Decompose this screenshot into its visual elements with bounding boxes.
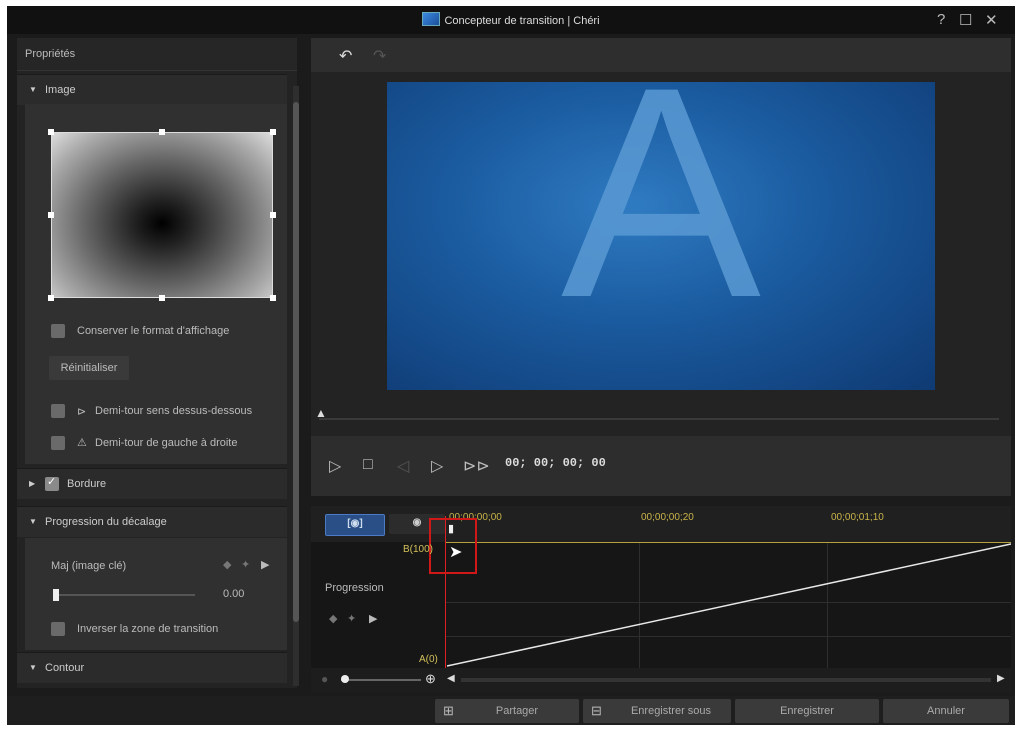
keep-format-checkbox[interactable] bbox=[51, 324, 65, 338]
playback-controls: ▷ □ ◁ ▷ ⊳⊳ 00; 00; 00; 00 bbox=[311, 436, 1011, 496]
share-button[interactable]: ⊞ Partager bbox=[435, 699, 579, 723]
resize-handle[interactable] bbox=[270, 212, 276, 218]
save-button[interactable]: Enregistrer bbox=[735, 699, 879, 723]
invert-zone-checkbox[interactable] bbox=[51, 622, 65, 636]
window-title-text: Concepteur de transition | Chéri bbox=[444, 15, 600, 27]
timecode: 00; 00; 00; 00 bbox=[505, 456, 606, 470]
keyframe-prev-icon[interactable]: ◆ bbox=[223, 558, 231, 571]
footer-bar: ⊞ Partager ⊟ Enregistrer sous Enregistre… bbox=[7, 696, 1015, 725]
contour-section-header[interactable]: ▼ Contour bbox=[17, 652, 287, 683]
keep-format-label: Conserver le format d'affichage bbox=[77, 325, 230, 337]
offset-slider-thumb[interactable] bbox=[53, 589, 59, 601]
offset-section-body: Maj (image clé) ◆ ✦ ▶ 0.00 Inverser la z… bbox=[25, 538, 287, 650]
border-checkbox[interactable]: ✓ bbox=[45, 476, 59, 491]
properties-panel: Propriétés ▼ Image Conserver le format d… bbox=[17, 38, 299, 688]
resize-handle[interactable] bbox=[48, 212, 54, 218]
resize-handle[interactable] bbox=[48, 129, 54, 135]
save-as-label: Enregistrer sous bbox=[630, 705, 712, 717]
resize-handle[interactable] bbox=[48, 295, 54, 301]
border-section-header[interactable]: ▶ ✓ Bordure bbox=[17, 468, 287, 499]
expand-right-icon: ▶ bbox=[29, 479, 36, 488]
properties-scrollbar[interactable] bbox=[293, 86, 299, 686]
progression-curve bbox=[446, 543, 1011, 667]
timeline-hscroll[interactable] bbox=[461, 678, 991, 682]
zoom-slider-thumb[interactable] bbox=[341, 675, 349, 683]
close-button[interactable]: ✕ bbox=[985, 11, 998, 29]
cancel-button[interactable]: Annuler bbox=[883, 699, 1009, 723]
contour-section-label: Contour bbox=[45, 662, 85, 674]
offset-value: 0.00 bbox=[223, 588, 245, 600]
scroll-right-icon[interactable]: ▶ bbox=[997, 673, 1005, 684]
window-title: Concepteur de transition | Chéri bbox=[7, 12, 1015, 27]
next-frame-icon[interactable]: ▷ bbox=[431, 456, 443, 476]
transition-designer-window: Concepteur de transition | Chéri ? ☐ ✕ P… bbox=[7, 6, 1015, 725]
flip-vertical-icon: ⊳ bbox=[77, 406, 87, 418]
zoom-slider[interactable] bbox=[341, 675, 421, 683]
resize-handle[interactable] bbox=[159, 295, 165, 301]
expand-down-icon: ▼ bbox=[29, 663, 37, 672]
keyframe-label: Maj (image clé) bbox=[51, 560, 127, 572]
resize-handle[interactable] bbox=[270, 295, 276, 301]
reset-label: Réinitialiser bbox=[60, 362, 118, 374]
border-section-label: Bordure bbox=[67, 478, 107, 490]
timeline-footer: ● ⊕ ◀ ▶ bbox=[311, 668, 1011, 692]
preview-letter: A bbox=[560, 82, 762, 360]
zoom-out-icon[interactable]: ● bbox=[321, 672, 328, 686]
offset-slider[interactable] bbox=[53, 589, 195, 601]
preview-toolbar: ↶ ↷ bbox=[311, 38, 1011, 72]
share-icon: ⊞ bbox=[443, 703, 454, 718]
zoom-in-icon[interactable]: ⊕ bbox=[425, 671, 436, 687]
expand-down-icon: ▼ bbox=[29, 517, 37, 526]
stop-icon[interactable]: □ bbox=[363, 456, 373, 474]
preview-scrubber[interactable]: ▲ bbox=[315, 406, 999, 420]
track-next-icon[interactable]: ▶ bbox=[369, 612, 377, 625]
keyframe-timeline: [◉] ◉ 00;00;00;00 00;00;00;20 00;00;01;1… bbox=[311, 506, 1011, 692]
scroll-left-icon[interactable]: ◀ bbox=[447, 673, 455, 684]
maximize-button[interactable]: ☐ bbox=[959, 11, 972, 29]
undo-icon[interactable]: ↶ bbox=[339, 46, 352, 66]
invert-zone-label: Inverser la zone de transition bbox=[77, 623, 219, 635]
fast-forward-icon[interactable]: ⊳⊳ bbox=[463, 456, 490, 476]
share-label: Partager bbox=[495, 705, 539, 717]
scrubber-thumb[interactable]: ▲ bbox=[315, 406, 327, 420]
preview-area: A ▲ bbox=[311, 72, 1011, 436]
track-prev-icon[interactable]: ◆ bbox=[329, 612, 337, 625]
play-icon[interactable]: ▷ bbox=[329, 456, 341, 476]
image-section-header[interactable]: ▼ Image bbox=[17, 74, 287, 105]
save-as-icon: ⊟ bbox=[591, 703, 602, 718]
keyframe-next-icon[interactable]: ▶ bbox=[261, 558, 269, 571]
offset-section-header[interactable]: ▼ Progression du décalage bbox=[17, 506, 287, 537]
checkmark-icon: ✓ bbox=[47, 476, 57, 488]
cancel-label: Annuler bbox=[927, 705, 965, 717]
image-section-label: Image bbox=[45, 84, 76, 96]
track-add-icon[interactable]: ✦ bbox=[347, 612, 356, 625]
flip-horizontal-label: Demi-tour de gauche à droite bbox=[95, 437, 238, 449]
flip-horizontal-checkbox[interactable] bbox=[51, 436, 65, 450]
properties-title: Propriétés bbox=[25, 48, 76, 60]
scrollbar-thumb[interactable] bbox=[293, 102, 299, 622]
expand-down-icon: ▼ bbox=[29, 85, 37, 94]
redo-icon[interactable]: ↷ bbox=[373, 46, 386, 66]
save-as-button[interactable]: ⊟ Enregistrer sous bbox=[583, 699, 731, 723]
flip-vertical-label: Demi-tour sens dessus-dessous bbox=[95, 405, 253, 417]
properties-header: Propriétés bbox=[17, 38, 297, 71]
help-button[interactable]: ? bbox=[937, 11, 945, 28]
keyframe-add-icon[interactable]: ✦ bbox=[241, 558, 250, 571]
mouse-cursor-icon: ➤ bbox=[449, 544, 463, 561]
keyframe-b-label: B(100) bbox=[403, 544, 434, 555]
resize-handle[interactable] bbox=[270, 129, 276, 135]
prev-frame-icon[interactable]: ◁ bbox=[397, 456, 409, 476]
flip-horizontal-icon: ⚠ bbox=[77, 437, 87, 449]
title-bar: Concepteur de transition | Chéri ? ☐ ✕ bbox=[7, 6, 1015, 34]
preview-image: A bbox=[387, 82, 935, 390]
keyframe-a-label: A(0) bbox=[419, 654, 438, 665]
flip-vertical-checkbox[interactable] bbox=[51, 404, 65, 418]
resize-handle[interactable] bbox=[159, 129, 165, 135]
track-label: Progression bbox=[325, 582, 384, 594]
offset-section-label: Progression du décalage bbox=[45, 516, 167, 528]
reset-button[interactable]: Réinitialiser bbox=[49, 356, 129, 380]
save-label: Enregistrer bbox=[780, 705, 834, 717]
app-icon bbox=[422, 12, 441, 26]
mask-image-preview[interactable] bbox=[48, 129, 276, 301]
